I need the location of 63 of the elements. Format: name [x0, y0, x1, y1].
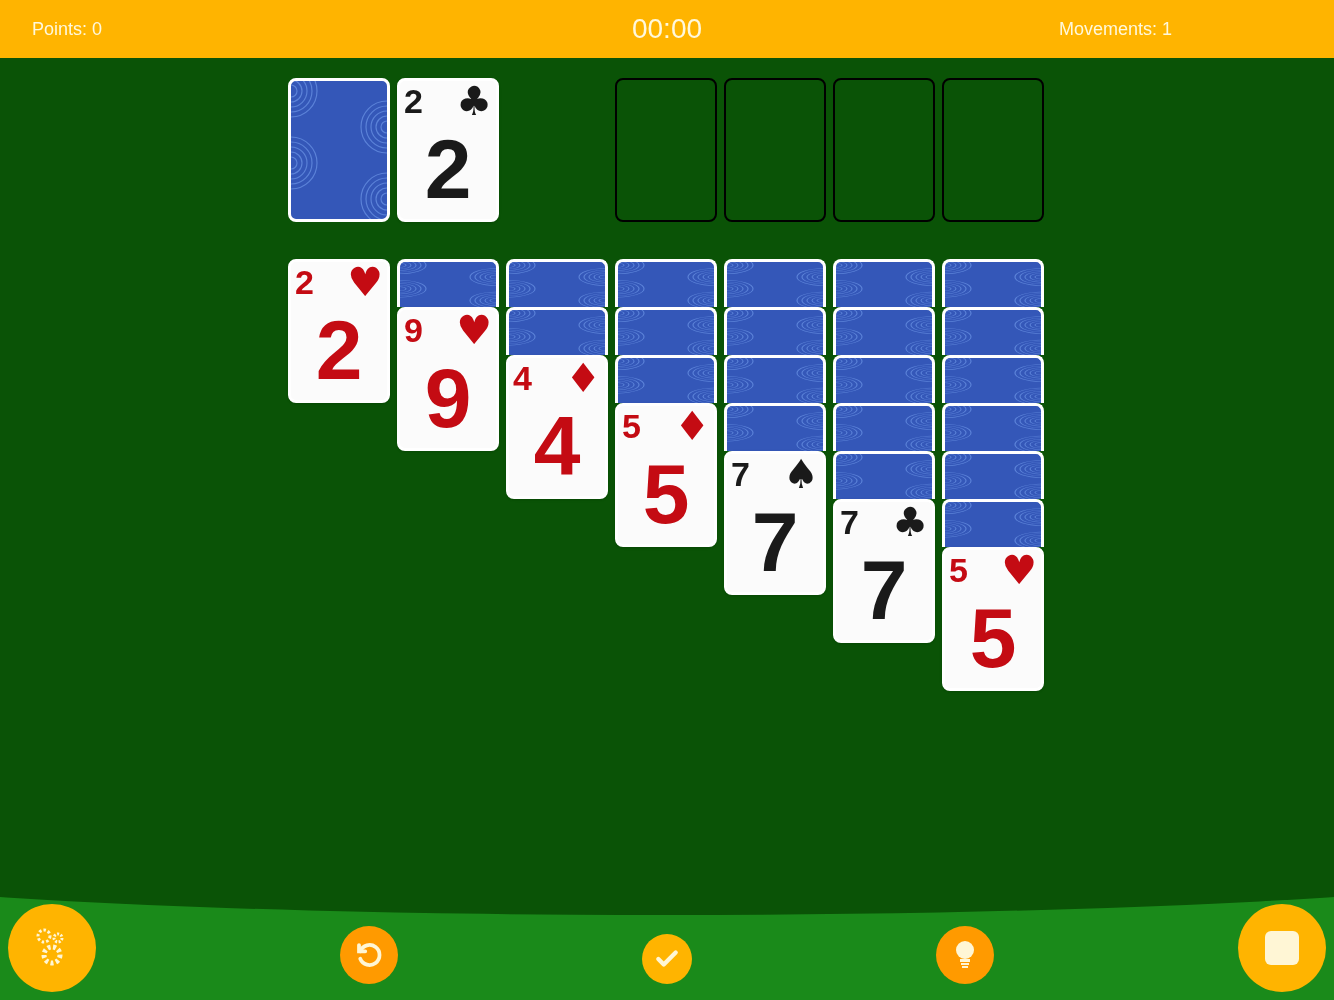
corner-rank: 7 — [731, 454, 750, 494]
corner-rank: 2 — [404, 81, 423, 121]
playing-card[interactable]: 5 ♦ 5 — [615, 403, 717, 547]
card-back[interactable] — [942, 355, 1044, 403]
suit-symbol: ♥ — [456, 310, 492, 350]
playing-card[interactable]: 2 ♣ 2 — [397, 78, 499, 222]
card-back[interactable] — [615, 259, 717, 307]
playing-card[interactable]: 7 ♠ 7 — [724, 451, 826, 595]
check-button[interactable] — [642, 934, 692, 984]
card-back[interactable] — [506, 307, 608, 355]
suit-symbol: ♣ — [456, 81, 492, 121]
card-back[interactable] — [833, 403, 935, 451]
card-back[interactable] — [288, 78, 390, 222]
card-back[interactable] — [942, 259, 1044, 307]
center-rank: 7 — [751, 498, 799, 586]
corner-rank: 7 — [840, 502, 859, 542]
card-back[interactable] — [506, 259, 608, 307]
center-rank: 2 — [424, 125, 472, 213]
points-label: Points: 0 — [32, 18, 103, 41]
card-back[interactable] — [724, 403, 826, 451]
suit-symbol: ♥ — [347, 262, 383, 302]
playing-card[interactable]: 5 ♥ 5 — [942, 547, 1044, 691]
card-back[interactable] — [724, 259, 826, 307]
center-rank: 9 — [424, 354, 472, 442]
corner-rank: 5 — [622, 406, 641, 446]
center-rank: 4 — [533, 402, 581, 490]
corner-rank: 2 — [295, 262, 314, 302]
hint-button[interactable] — [936, 926, 994, 984]
center-rank: 5 — [642, 450, 690, 538]
corner-rank: 4 — [513, 358, 532, 398]
playing-card[interactable]: 4 ♦ 4 — [506, 355, 608, 499]
movements-label: Movements: 1 — [1058, 18, 1172, 41]
corner-rank: 5 — [949, 550, 968, 590]
center-rank: 5 — [969, 594, 1017, 682]
undo-button[interactable] — [340, 926, 398, 984]
card-back[interactable] — [397, 259, 499, 307]
playing-card[interactable]: 7 ♣ 7 — [833, 499, 935, 643]
corner-rank: 9 — [404, 310, 423, 350]
suit-symbol: ♣ — [892, 502, 928, 542]
card-back[interactable] — [942, 307, 1044, 355]
suit-symbol: ♠ — [783, 454, 819, 494]
card-back[interactable] — [833, 451, 935, 499]
square-icon — [1265, 931, 1299, 965]
card-back[interactable] — [833, 259, 935, 307]
card-back[interactable] — [942, 403, 1044, 451]
center-rank: 2 — [315, 306, 363, 394]
suit-symbol: ♦ — [674, 406, 710, 446]
card-back[interactable] — [942, 499, 1044, 547]
card-back[interactable] — [724, 355, 826, 403]
card-back[interactable] — [833, 307, 935, 355]
playing-card[interactable]: 2 ♥ 2 — [288, 259, 390, 403]
card-back[interactable] — [615, 307, 717, 355]
suit-symbol: ♦ — [565, 358, 601, 398]
lightbulb-icon — [954, 940, 976, 970]
playing-card[interactable]: 9 ♥ 9 — [397, 307, 499, 451]
card-back[interactable] — [615, 355, 717, 403]
timer: 00:00 — [631, 12, 703, 46]
suit-symbol: ♥ — [1001, 550, 1037, 590]
card-back[interactable] — [942, 451, 1044, 499]
card-back[interactable] — [724, 307, 826, 355]
undo-icon — [354, 940, 384, 970]
center-rank: 7 — [860, 546, 908, 634]
card-back[interactable] — [833, 355, 935, 403]
